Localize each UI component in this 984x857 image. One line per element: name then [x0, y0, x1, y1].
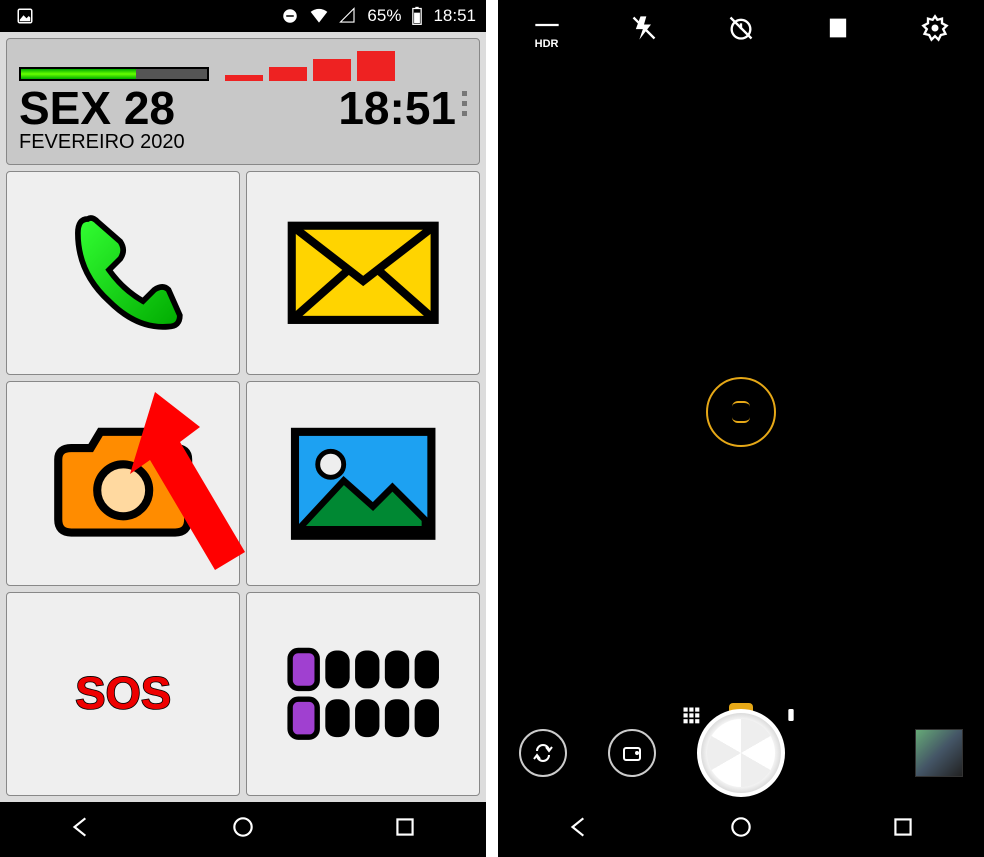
android-nav-bar — [0, 802, 486, 857]
nav-home[interactable] — [728, 814, 754, 845]
nav-recent[interactable] — [890, 814, 916, 845]
nav-back[interactable] — [566, 814, 592, 845]
switch-camera-button[interactable] — [519, 729, 567, 777]
android-nav-bar — [498, 802, 984, 857]
camera-bottom-controls — [498, 709, 984, 797]
weekday-day: SEX 28 — [19, 85, 185, 131]
signal-bars — [225, 49, 395, 81]
widget-time: 18:51 — [338, 85, 456, 131]
focus-indicator — [706, 377, 776, 447]
tile-camera[interactable] — [6, 381, 240, 585]
timer-toggle[interactable] — [727, 14, 755, 47]
launcher-grid: SOS — [0, 171, 486, 802]
sos-icon: SOS — [42, 623, 204, 765]
wifi-icon — [309, 6, 329, 26]
gallery-icon — [282, 413, 444, 555]
apps-grid-icon — [282, 623, 444, 765]
hdr-toggle[interactable]: HDR — [533, 11, 561, 50]
battery-bar — [19, 67, 209, 81]
tile-phone[interactable] — [6, 171, 240, 375]
nav-back[interactable] — [68, 814, 94, 845]
dnd-icon — [281, 7, 299, 25]
image-notification-icon — [16, 7, 34, 25]
nav-recent[interactable] — [392, 814, 418, 845]
flash-toggle[interactable] — [630, 14, 658, 47]
month-year: FEVEREIRO 2020 — [19, 131, 185, 154]
camera-top-controls: HDR — [498, 0, 984, 60]
right-phone-camera: HDR — [498, 0, 984, 857]
camera-settings[interactable] — [921, 14, 949, 47]
aspect-ratio-toggle[interactable] — [824, 14, 852, 47]
tile-apps[interactable] — [246, 592, 480, 796]
widget-menu-icon[interactable] — [462, 85, 467, 116]
mail-icon — [282, 202, 444, 344]
date-time-widget[interactable]: SEX 28 FEVEREIRO 2020 18:51 — [6, 38, 480, 165]
tile-mail[interactable] — [246, 171, 480, 375]
filters-button[interactable] — [608, 729, 656, 777]
tile-sos[interactable]: SOS — [6, 592, 240, 796]
tile-gallery[interactable] — [246, 381, 480, 585]
gallery-thumbnail[interactable] — [915, 729, 963, 777]
camera-icon — [42, 413, 204, 555]
shutter-button[interactable] — [697, 709, 785, 797]
left-phone-screen: 65% 18:51 SEX 28 FEVEREIRO 2020 18:51 — [0, 0, 486, 857]
battery-icon — [411, 6, 423, 26]
battery-percent: 65% — [367, 6, 401, 26]
status-time: 18:51 — [433, 6, 476, 26]
nav-home[interactable] — [230, 814, 256, 845]
launcher-home: SEX 28 FEVEREIRO 2020 18:51 — [0, 32, 486, 802]
phone-icon — [42, 202, 204, 344]
cell-signal-icon — [339, 7, 357, 25]
svg-text:SOS: SOS — [75, 667, 171, 718]
status-bars — [19, 47, 467, 81]
android-status-bar: 65% 18:51 — [0, 0, 486, 32]
